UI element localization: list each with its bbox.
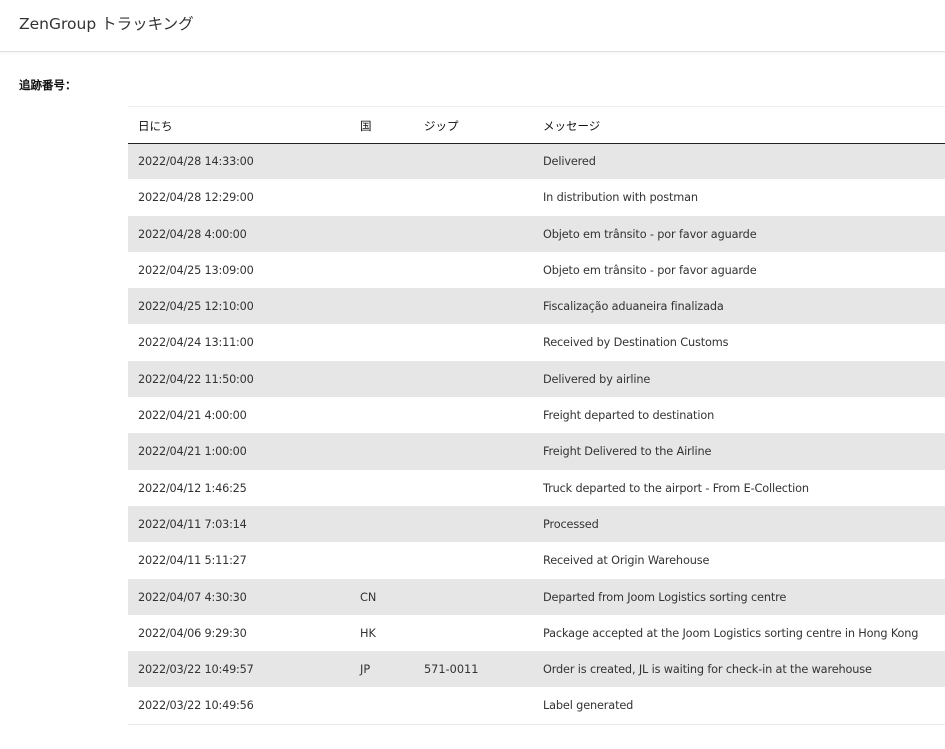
cell-date: 2022/04/11 7:03:14 (138, 517, 247, 531)
cell-message: Truck departed to the airport - From E-C… (543, 481, 809, 495)
cell-date: 2022/04/06 9:29:30 (138, 626, 247, 640)
cell-date: 2022/04/21 4:00:00 (138, 409, 247, 423)
tracking-number-label: 追跡番号： (19, 78, 77, 92)
table-body: 2022/04/28 14:33:00 Delivered 2022/04/28… (128, 144, 945, 725)
column-header-date: 日にち (138, 119, 173, 133)
table-row: 2022/04/21 4:00:00 Freight departed to d… (128, 398, 945, 435)
cell-date: 2022/04/12 1:46:25 (138, 481, 247, 495)
column-header-country: 国 (360, 119, 372, 133)
cell-message: Order is created, JL is waiting for chec… (543, 663, 872, 677)
table-row: 2022/04/28 12:29:00 In distribution with… (128, 180, 945, 217)
table-row: 2022/03/22 10:49:56 Label generated (128, 688, 945, 725)
cell-date: 2022/04/25 13:09:00 (138, 263, 254, 277)
cell-date: 2022/03/22 10:49:57 (138, 663, 254, 677)
cell-date: 2022/03/22 10:49:56 (138, 699, 254, 713)
table-row: 2022/04/28 14:33:00 Delivered (128, 144, 945, 181)
table-row: 2022/04/25 12:10:00 Fiscalização aduanei… (128, 289, 945, 326)
table-row: 2022/04/11 7:03:14 Processed (128, 506, 945, 544)
table-row: 2022/04/12 1:46:25 Truck departed to the… (128, 470, 945, 507)
cell-message: Received by Destination Customs (543, 336, 729, 350)
cell-date: 2022/04/25 12:10:00 (138, 300, 254, 314)
table-row: 2022/04/07 4:30:30 CN Departed from Joom… (128, 579, 945, 616)
table-row: 2022/04/25 13:09:00 Objeto em trânsito -… (128, 252, 945, 290)
cell-message: Freight Delivered to the Airline (543, 445, 712, 459)
cell-country: JP (360, 663, 371, 677)
table-row: 2022/04/28 4:00:00 Objeto em trânsito - … (128, 216, 945, 253)
app-title: ZenGroup トラッキング (19, 15, 194, 33)
cell-message: Departed from Joom Logistics sorting cen… (543, 590, 787, 604)
cell-message: Objeto em trânsito - por favor aguarde (543, 227, 757, 241)
cell-message: Fiscalização aduaneira finalizada (543, 300, 724, 314)
app-header: ZenGroup トラッキング (0, 0, 945, 52)
cell-date: 2022/04/11 5:11:27 (138, 554, 247, 568)
table-header-row: 日にち 国 ジップ メッセージ (128, 107, 945, 144)
cell-message: Package accepted at the Joom Logistics s… (543, 626, 919, 640)
cell-date: 2022/04/07 4:30:30 (138, 590, 247, 604)
cell-zip: 571-0011 (424, 663, 479, 677)
table-row: 2022/04/21 1:00:00 Freight Delivered to … (128, 434, 945, 471)
table-row: 2022/04/24 13:11:00 Received by Destinat… (128, 325, 945, 362)
table-row: 2022/03/22 10:49:57 JP 571-0011 Order is… (128, 652, 945, 689)
cell-message: Received at Origin Warehouse (543, 554, 710, 568)
cell-date: 2022/04/21 1:00:00 (138, 445, 247, 459)
table-row: 2022/04/11 5:11:27 Received at Origin Wa… (128, 543, 945, 580)
cell-date: 2022/04/28 4:00:00 (138, 227, 247, 241)
tracking-events-table: 日にち 国 ジップ メッセージ 2022/04/28 14:33:00 Deli… (128, 106, 945, 725)
cell-message: Processed (543, 517, 599, 531)
table-row: 2022/04/22 11:50:00 Delivered by airline (128, 361, 945, 399)
column-header-message: メッセージ (543, 119, 601, 133)
cell-message: Delivered (543, 155, 596, 168)
cell-message: In distribution with postman (543, 191, 698, 205)
cell-message: Delivered by airline (543, 372, 651, 386)
cell-date: 2022/04/24 13:11:00 (138, 336, 254, 350)
column-header-zip: ジップ (424, 119, 459, 133)
cell-date: 2022/04/28 14:33:00 (138, 155, 254, 168)
cell-message: Freight departed to destination (543, 409, 715, 423)
cell-message: Label generated (543, 699, 634, 713)
cell-date: 2022/04/22 11:50:00 (138, 372, 254, 386)
cell-date: 2022/04/28 12:29:00 (138, 191, 254, 205)
cell-message: Objeto em trânsito - por favor aguarde (543, 263, 757, 277)
cell-country: CN (360, 590, 377, 604)
table-row: 2022/04/06 9:29:30 HK Package accepted a… (128, 615, 945, 653)
cell-country: HK (360, 626, 376, 640)
